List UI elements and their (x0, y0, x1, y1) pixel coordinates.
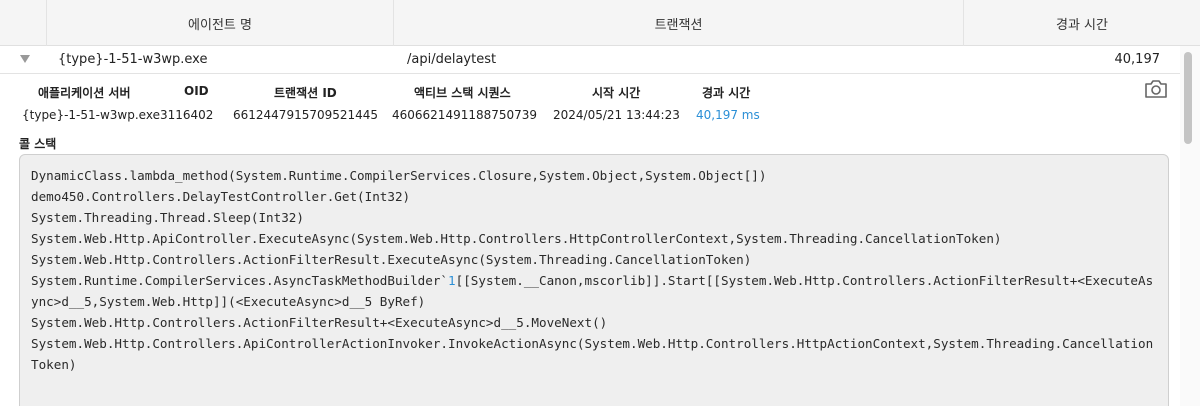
row-agent-name: {type}-1-51-w3wp.exe (58, 52, 208, 67)
detail-start-time: 2024/05/21 13:44:23 (553, 108, 680, 122)
call-stack-box: DynamicClass.lambda_method(System.Runtim… (19, 154, 1169, 406)
row-transaction: /api/delaytest (407, 52, 497, 67)
call-stack-line: System.Web.Http.ApiController.ExecuteAsy… (31, 231, 1002, 246)
table-row[interactable]: {type}-1-51-w3wp.exe /api/delaytest 40,1… (0, 46, 1180, 74)
table-header: 에이전트 명 트랜잭션 경과 시간 (0, 0, 1200, 46)
header-transaction[interactable]: 트랜잭션 (393, 0, 963, 46)
camera-icon[interactable] (1144, 79, 1168, 99)
call-stack-line: System.Web.Http.Controllers.ActionFilter… (31, 252, 752, 267)
call-stack-title: 콜 스택 (19, 137, 57, 151)
detail-header-active-stack: 액티브 스택 시퀀스 (414, 86, 511, 100)
call-stack-line: System.Runtime.CompilerServices.AsyncTas… (31, 270, 1157, 312)
call-stack-line: demo450.Controllers.DelayTestController.… (31, 189, 411, 204)
header-elapsed-time[interactable]: 경과 시간 (963, 0, 1200, 46)
scrollbar-thumb[interactable] (1184, 52, 1192, 144)
detail-header-elapsed: 경과 시간 (702, 86, 751, 100)
detail-elapsed-link[interactable]: 40,197 ms (696, 108, 760, 122)
header-agent-name[interactable]: 에이전트 명 (46, 0, 393, 46)
header-expand-column (0, 0, 46, 46)
call-stack-generic-arity: 1 (448, 273, 456, 288)
detail-header-start-time: 시작 시간 (592, 86, 641, 100)
detail-header-txid: 트랜잭션 ID (274, 86, 337, 100)
call-stack-line: System.Web.Http.Controllers.ActionFilter… (31, 315, 608, 330)
detail-app-server: {type}-1-51-w3wp.exe (22, 108, 160, 122)
chevron-down-icon[interactable] (20, 55, 30, 63)
call-stack-line: System.Threading.Thread.Sleep(Int32) (31, 210, 304, 225)
call-stack-line: System.Web.Http.Controllers.ApiControlle… (31, 336, 1154, 372)
detail-header-oid: OID (184, 84, 209, 98)
row-elapsed-time: 40,197 (1114, 52, 1161, 67)
detail-header-app-server: 애플리케이션 서버 (38, 86, 131, 100)
call-stack-text: System.Runtime.CompilerServices.AsyncTas… (31, 273, 449, 288)
detail-active-stack: 4606621491188750739 (392, 108, 538, 122)
detail-oid: 3116402 (160, 108, 214, 122)
call-stack-line: DynamicClass.lambda_method(System.Runtim… (31, 168, 767, 183)
detail-txid: 6612447915709521445 (233, 108, 379, 122)
